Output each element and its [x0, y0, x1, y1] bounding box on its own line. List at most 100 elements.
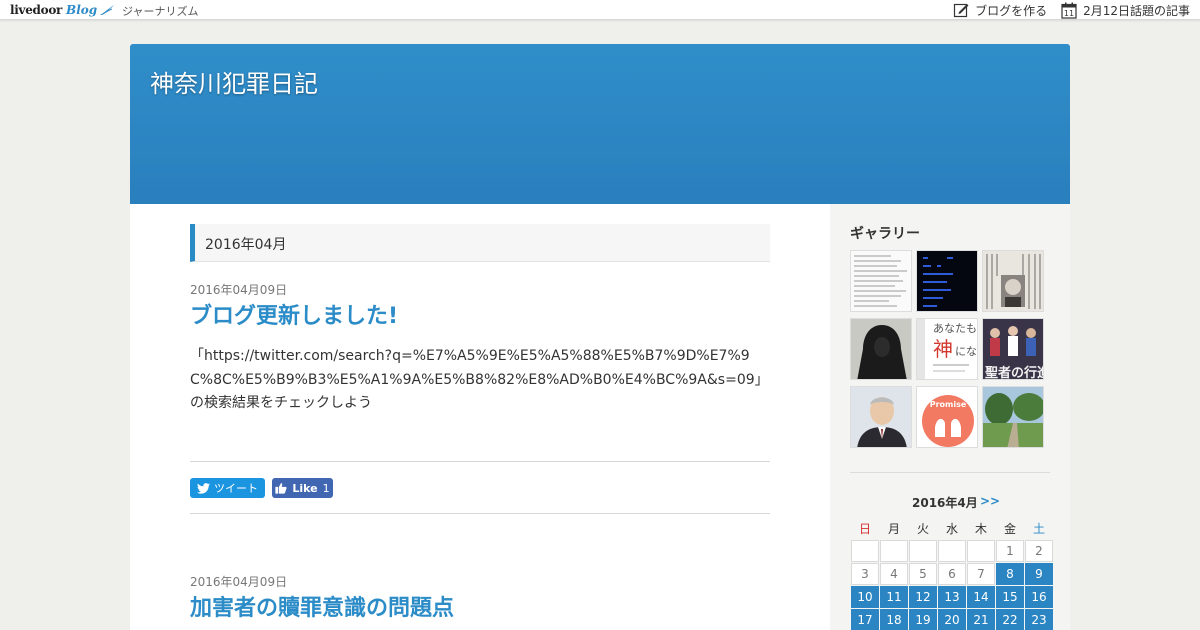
calendar-week-row: 12	[851, 540, 1053, 562]
book-cover-kanji: 神	[933, 337, 953, 361]
calendar-day: 6	[938, 563, 966, 585]
gallery-thumb-dark-screen[interactable]	[916, 250, 978, 312]
hooded-figure-image	[851, 319, 911, 379]
create-blog-link[interactable]: ブログを作る	[953, 2, 1047, 19]
calendar-empty-cell	[938, 540, 966, 562]
gallery-thumb-promise[interactable]: Promise	[916, 386, 978, 448]
park-photo-image	[983, 387, 1043, 447]
main-content: 2016年04月 2016年04月09日 ブログ更新しました! 「https:/…	[130, 204, 830, 630]
calendar-day-link[interactable]: 19	[909, 609, 937, 630]
calendar-body: 1 2 3 4 5 6 7 8 9 10 11 12 13 14 15 16 17 18 19 20 21 22 23	[851, 540, 1053, 630]
create-blog-label: ブログを作る	[975, 3, 1048, 18]
gallery-thumb-park[interactable]	[982, 386, 1044, 448]
calendar-day: 7	[967, 563, 995, 585]
sidebar: ギャラリー あなたも 神 にな 聖者の行進 Promise 2016年4月 >>…	[830, 204, 1070, 630]
calendar-weekday: 木	[974, 522, 987, 536]
top-bar: livedoor Blog ジャーナリズム ブログを作る 11 2月12日話題の…	[0, 0, 1200, 20]
divider	[190, 461, 770, 462]
tweet-label: ツイート	[214, 482, 258, 495]
brand-livedoor-text: livedoor	[10, 3, 63, 17]
calendar-day: 3	[851, 563, 879, 585]
tweet-button[interactable]: ツイート	[190, 478, 265, 498]
promise-illustration-image: Promise	[922, 395, 974, 447]
text-document-image	[854, 255, 907, 307]
calendar-week-row: 17 18 19 20 21 22 23	[851, 609, 1053, 630]
topic-articles-label: 2月12日話題の記事	[1083, 3, 1190, 18]
gallery-title: ギャラリー	[850, 226, 920, 242]
calendar-day-link[interactable]: 18	[880, 609, 908, 630]
archive-heading-text: 2016年04月	[205, 237, 287, 253]
calendar-weekday: 月	[887, 522, 900, 536]
calendar-icon: 11	[1061, 2, 1077, 19]
calendar-empty-cell	[909, 540, 937, 562]
man-portrait-image	[851, 387, 911, 447]
facebook-like-button[interactable]: Like 1	[272, 478, 333, 498]
wing-icon	[100, 5, 115, 15]
thumbs-up-icon	[275, 483, 287, 494]
calendar-weekday: 土	[1032, 522, 1045, 536]
calendar-day-link[interactable]: 14	[967, 586, 995, 608]
calendar-table: 日月火水木金土 1 2 3 4 5 6 7 8 9 10 11 12 13 14 15 16 17 18 19 20 2…	[850, 517, 1054, 630]
gallery-thumb-hooded-figure[interactable]	[850, 318, 912, 380]
topic-articles-link[interactable]: 11 2月12日話題の記事	[1061, 2, 1190, 19]
gallery-thumb-newspaper[interactable]	[982, 250, 1044, 312]
like-count: 1	[322, 481, 330, 495]
calendar-weekday: 金	[1003, 522, 1016, 536]
calendar-day: 5	[909, 563, 937, 585]
gallery-thumb-portrait[interactable]	[850, 386, 912, 448]
calendar-next-link[interactable]: >>	[980, 494, 1000, 508]
calendar-weekday: 火	[916, 522, 929, 536]
divider	[190, 513, 770, 514]
calendar-day-link[interactable]: 8	[996, 563, 1024, 585]
livedoor-blog-logo[interactable]: livedoor Blog	[10, 2, 115, 18]
calendar-week-row: 10 11 12 13 14 15 16	[851, 586, 1053, 608]
blog-header: 神奈川犯罪日記	[130, 44, 1070, 204]
calendar-day-link[interactable]: 21	[967, 609, 995, 630]
twitter-bird-icon	[197, 482, 210, 494]
calendar-day-link[interactable]: 23	[1025, 609, 1053, 630]
calendar-day-link[interactable]: 9	[1025, 563, 1053, 585]
calendar-day: 1	[996, 540, 1024, 562]
calendar-weekday: 日	[858, 522, 871, 536]
calendar-day-link[interactable]: 17	[851, 609, 879, 630]
sidebar-divider	[850, 472, 1050, 473]
gallery-thumb-procession[interactable]: 聖者の行進	[982, 318, 1044, 380]
calendar-day-link[interactable]: 15	[996, 586, 1024, 608]
calendar-day-link[interactable]: 12	[909, 586, 937, 608]
gallery-thumb-text-page[interactable]	[850, 250, 912, 312]
calendar-day: 4	[880, 563, 908, 585]
newspaper-portrait-image	[986, 254, 1041, 309]
calendar-day-link[interactable]: 11	[880, 586, 908, 608]
procession-photo-image: 聖者の行進	[983, 319, 1044, 380]
dark-screen-image	[923, 257, 953, 307]
calendar-weekday: 水	[945, 522, 958, 536]
book-cover-text: あなたも	[933, 322, 977, 335]
gallery-thumb-book-cover[interactable]: あなたも 神 にな	[916, 318, 978, 380]
calendar-day-link[interactable]: 13	[938, 586, 966, 608]
calendar-heading: 2016年4月	[912, 496, 978, 510]
calendar-day-link[interactable]: 22	[996, 609, 1024, 630]
post-body: 「https://twitter.com/search?q=%E7%A5%9E%…	[190, 348, 769, 411]
procession-caption: 聖者の行進	[985, 365, 1044, 380]
like-label: Like	[292, 481, 318, 495]
calendar-weekday-row: 日月火水木金土	[851, 518, 1053, 539]
archive-heading: 2016年04月	[190, 224, 770, 262]
calendar-day: 2	[1025, 540, 1053, 562]
calendar-empty-cell	[967, 540, 995, 562]
blog-title[interactable]: 神奈川犯罪日記	[150, 64, 318, 99]
calendar-day-link[interactable]: 16	[1025, 586, 1053, 608]
post-date: 2016年04月09日	[190, 283, 288, 297]
category-link[interactable]: ジャーナリズム	[122, 3, 198, 19]
post-title[interactable]: ブログ更新しました!	[190, 298, 398, 330]
calendar-day-link[interactable]: 10	[851, 586, 879, 608]
post-date: 2016年04月09日	[190, 575, 288, 589]
calendar-week-row: 3456789	[851, 563, 1053, 585]
calendar-day-link[interactable]: 20	[938, 609, 966, 630]
post-title[interactable]: 加害者の贖罪意識の問題点	[190, 590, 454, 622]
calendar-empty-cell	[880, 540, 908, 562]
brand-blog-text: Blog	[66, 3, 98, 17]
book-cover-tail: にな	[955, 345, 977, 358]
edit-icon	[953, 3, 969, 18]
calendar-empty-cell	[851, 540, 879, 562]
topbar-actions: ブログを作る 11 2月12日話題の記事	[939, 1, 1190, 19]
